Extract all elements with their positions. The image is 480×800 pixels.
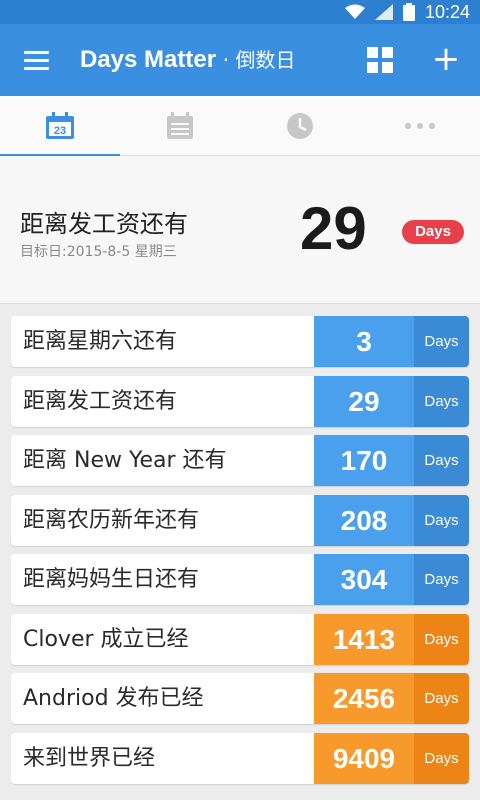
list-item[interactable]: Clover 成立已经 1413 Days (11, 613, 469, 665)
featured-event-date: 目标日:2015-8-5 星期三 (20, 244, 177, 260)
event-unit: Days (414, 316, 469, 367)
status-bar: 10:24 (0, 0, 480, 24)
calendar-today-icon: 23 (46, 112, 74, 139)
event-days: 29 (314, 375, 414, 427)
event-label: 距离农历新年还有 (23, 507, 200, 533)
featured-event-days: 29 (300, 195, 367, 262)
list-item[interactable]: 来到世界已经 9409 Days (11, 732, 469, 784)
tab-bar: 23 (0, 96, 480, 157)
event-unit: Days (414, 375, 469, 427)
tab-history[interactable] (240, 96, 360, 156)
signal-icon (374, 4, 393, 20)
more-icon (405, 123, 435, 129)
days-badge: Days (402, 220, 464, 244)
list-item[interactable]: Andriod 发布已经 2456 Days (11, 673, 469, 724)
tab-calendar[interactable] (120, 96, 240, 156)
add-icon[interactable]: + (428, 42, 464, 78)
clock-icon (287, 113, 313, 139)
grid-view-icon[interactable] (366, 46, 394, 74)
event-label: 距离妈妈生日还有 (23, 567, 200, 592)
list-item[interactable]: 距离发工资还有 29 Days (11, 375, 469, 427)
tab-more[interactable] (360, 96, 480, 156)
featured-event-title: 距离发工资还有 (20, 210, 188, 238)
event-unit: Days (414, 554, 469, 605)
app-bar: Days Matter · 倒数日 + (0, 24, 480, 96)
event-label: 距离发工资还有 (23, 388, 178, 414)
event-days: 3 (314, 316, 414, 367)
event-days: 208 (314, 494, 414, 546)
event-unit: Days (414, 494, 469, 546)
list-item[interactable]: 距离妈妈生日还有 304 Days (11, 554, 469, 605)
event-days: 1413 (314, 613, 414, 665)
list-item[interactable]: 距离星期六还有 3 Days (11, 316, 469, 367)
event-days: 2456 (314, 673, 414, 724)
event-unit: Days (414, 673, 469, 724)
list-item[interactable]: 距离农历新年还有 208 Days (11, 494, 469, 546)
featured-event[interactable]: 距离发工资还有 目标日:2015-8-5 星期三 29 Days (0, 156, 480, 304)
event-label: 距离星期六还有 (23, 329, 178, 354)
event-days: 304 (314, 554, 414, 605)
event-unit: Days (414, 732, 469, 784)
event-days: 170 (314, 435, 414, 486)
status-icons: 10:24 (344, 0, 470, 24)
calendar-icon (167, 112, 193, 139)
status-time: 10:24 (424, 1, 470, 22)
event-days: 9409 (314, 732, 414, 784)
event-label: Andriod 发布已经 (23, 686, 204, 711)
menu-icon[interactable] (14, 38, 58, 82)
list-item[interactable]: 距离 New Year 还有 170 Days (11, 435, 469, 486)
app-title: Days Matter · 倒数日 (80, 44, 295, 74)
battery-icon (402, 3, 415, 21)
app-title-main: Days Matter (80, 46, 217, 73)
event-unit: Days (414, 435, 469, 486)
tab-today[interactable]: 23 (0, 96, 120, 157)
event-unit: Days (414, 613, 469, 665)
event-label: 来到世界已经 (23, 745, 156, 771)
event-label: 距离 New Year 还有 (23, 448, 227, 473)
wifi-icon (344, 4, 365, 19)
app-title-sub: · 倒数日 (222, 48, 296, 72)
event-list: 距离星期六还有 3 Days 距离发工资还有 29 Days 距离 New Year 还有 1… (11, 316, 469, 792)
event-label: Clover 成立已经 (23, 626, 189, 652)
tab-badge: 23 (54, 125, 66, 137)
